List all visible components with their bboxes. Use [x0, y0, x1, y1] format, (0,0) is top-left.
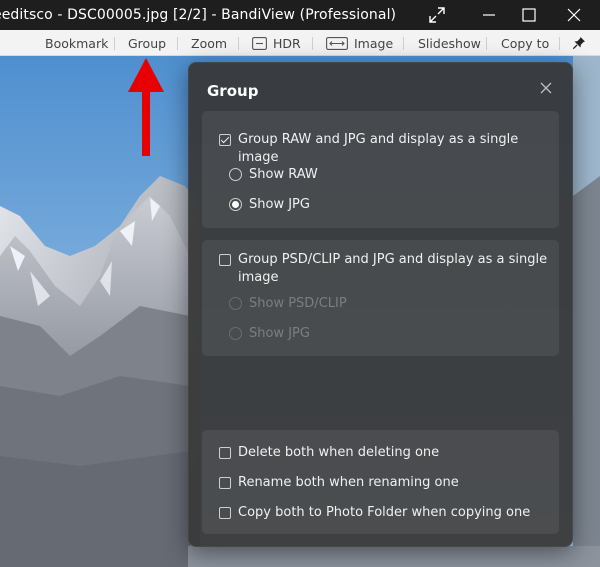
copy-both-checkbox[interactable]: Copy both to Photo Folder when copying o… [219, 504, 530, 522]
radio-button-disabled[interactable] [229, 327, 242, 340]
hdr-icon [252, 36, 267, 50]
expand-icon [429, 7, 445, 23]
toolbar-copy-to[interactable]: Copy to [501, 30, 549, 56]
show-jpg-radio[interactable]: Show JPG [229, 196, 310, 214]
toolbar-slideshow[interactable]: Slideshow [418, 30, 481, 56]
psd-group-section: Group PSD/CLIP and JPG and display as a … [202, 240, 559, 356]
close-window-button[interactable] [551, 0, 597, 30]
rename-both-checkbox[interactable]: Rename both when renaming one [219, 474, 459, 492]
pin-button[interactable] [572, 30, 586, 56]
group-psd-jpg-checkbox[interactable]: Group PSD/CLIP and JPG and display as a … [219, 251, 547, 287]
toolbar: Bookmark Group Zoom HDR Image Slideshow … [0, 30, 600, 56]
toolbar-group[interactable]: Group [128, 30, 166, 56]
toolbar-bookmark[interactable]: Bookmark [45, 30, 108, 56]
show-raw-radio[interactable]: Show RAW [229, 166, 318, 184]
image-fit-icon [326, 36, 348, 50]
checkbox[interactable] [219, 477, 231, 489]
checkbox[interactable] [219, 254, 231, 266]
checkbox[interactable] [219, 507, 231, 519]
maximize-icon [522, 8, 536, 22]
toolbar-zoom[interactable]: Zoom [191, 30, 227, 56]
checkbox[interactable] [219, 447, 231, 459]
checkbox-checked[interactable] [219, 134, 231, 146]
raw-group-section: Group RAW and JPG and display as a singl… [202, 111, 559, 228]
maximize-button[interactable] [506, 0, 552, 30]
dialog-title: Group [207, 82, 259, 100]
show-jpg-psd-radio[interactable]: Show JPG [229, 325, 310, 343]
minimize-icon [483, 14, 495, 16]
delete-both-checkbox[interactable]: Delete both when deleting one [219, 444, 439, 462]
toolbar-hdr[interactable]: HDR [252, 30, 301, 56]
radio-button-selected[interactable] [229, 198, 242, 211]
group-dialog: Group Group RAW and JPG and display as a… [188, 62, 573, 547]
pin-icon [572, 37, 585, 50]
group-raw-jpg-checkbox[interactable]: Group RAW and JPG and display as a singl… [219, 131, 559, 167]
close-icon [540, 82, 552, 94]
close-icon [567, 8, 581, 22]
red-arrow-annotation [128, 58, 164, 156]
show-psd-clip-radio[interactable]: Show PSD/CLIP [229, 295, 347, 313]
extra-options-section: Delete both when deleting one Rename bot… [202, 430, 559, 534]
dialog-close-button[interactable] [535, 77, 557, 99]
fullscreen-button[interactable] [414, 0, 460, 30]
toolbar-image[interactable]: Image [326, 30, 393, 56]
radio-button[interactable] [229, 168, 242, 181]
title-bar: eeditsco - DSC00005.jpg [2/2] - BandiVie… [0, 0, 600, 30]
window-title: eeditsco - DSC00005.jpg [2/2] - BandiVie… [0, 7, 397, 23]
radio-button-disabled[interactable] [229, 297, 242, 310]
